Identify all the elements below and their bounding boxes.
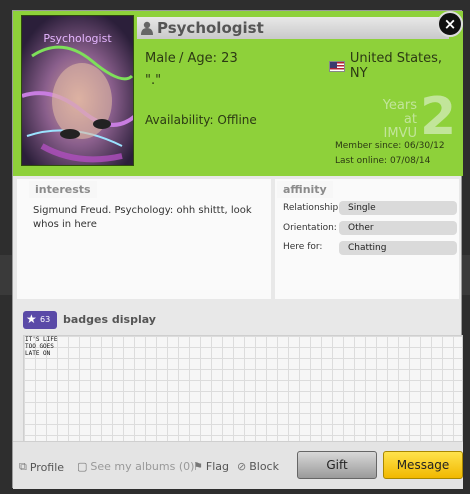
location: United States, NY <box>329 51 463 81</box>
album-icon: ▢ <box>77 460 88 473</box>
affinity-label-relationship: Relationship: <box>283 203 342 213</box>
years-value: 2 <box>420 87 457 147</box>
albums-link-label: See my albums (0) <box>90 460 195 473</box>
profile-header: Psychologist Psychologist × Male / Age: … <box>13 11 463 176</box>
close-button[interactable]: × <box>437 11 463 37</box>
location-text: United States, NY <box>349 51 443 81</box>
interests-text: Sigmund Freud. Psychology: ohh shittt, l… <box>33 205 252 230</box>
star-icon: ★ <box>26 312 37 326</box>
badges-header: ★ 63 badges display <box>23 311 463 335</box>
profile-card: Psychologist Psychologist × Male / Age: … <box>12 10 463 489</box>
age: / Age: 23 <box>179 51 238 66</box>
flag-link[interactable]: ⚑ Flag <box>193 460 229 473</box>
tagline: "." <box>145 73 162 88</box>
gift-button[interactable]: Gift <box>297 451 377 479</box>
interests-title: interests <box>29 181 97 198</box>
affinity-label-orientation: Orientation: <box>283 223 337 233</box>
block-link-label: Block <box>249 460 279 473</box>
profile-link[interactable]: ⧉ Profile <box>19 460 64 474</box>
external-link-icon: ⧉ <box>19 460 27 473</box>
availability: Availability: Offline <box>145 113 257 127</box>
user-icon <box>141 21 153 35</box>
affinity-title: affinity <box>277 181 333 198</box>
affinity-value-orientation: Other <box>339 221 457 235</box>
gender: Male <box>145 51 176 66</box>
close-icon: × <box>443 15 457 33</box>
footer-bar: ⧉ Profile ▢ See my albums (0) ⚑ Flag ⊘ B… <box>13 441 463 489</box>
avatar-photo[interactable]: Psychologist <box>21 15 134 166</box>
badge-its-too-late[interactable]: IT'S LIFE TOO GOES LATE ON <box>25 336 65 358</box>
flag-icon: ⚑ <box>193 460 203 473</box>
member-since: Member since: 06/30/12 <box>335 141 445 151</box>
affinity-value-here-for: Chatting <box>339 241 457 255</box>
block-link[interactable]: ⊘ Block <box>237 460 279 473</box>
albums-link[interactable]: ▢ See my albums (0) <box>77 460 194 473</box>
username: Psychologist <box>157 19 264 37</box>
badges-title: badges display <box>63 313 156 326</box>
badges-grid <box>23 335 463 447</box>
affinity-label-here-for: Here for: <box>283 242 323 252</box>
message-button[interactable]: Message <box>383 451 463 479</box>
years-label: Years at IMVU <box>382 98 417 141</box>
block-icon: ⊘ <box>237 460 247 473</box>
us-flag-icon <box>329 60 345 72</box>
name-bar: Psychologist <box>137 17 449 39</box>
badge-count-number: 63 <box>40 315 51 324</box>
flag-link-label: Flag <box>205 460 229 473</box>
affinity-value-relationship: Single <box>339 201 457 215</box>
last-online: Last online: 07/08/14 <box>335 156 431 166</box>
badge-count[interactable]: ★ 63 <box>23 311 57 329</box>
profile-link-label: Profile <box>29 460 65 474</box>
avatar-caption: Psychologist <box>43 32 112 45</box>
